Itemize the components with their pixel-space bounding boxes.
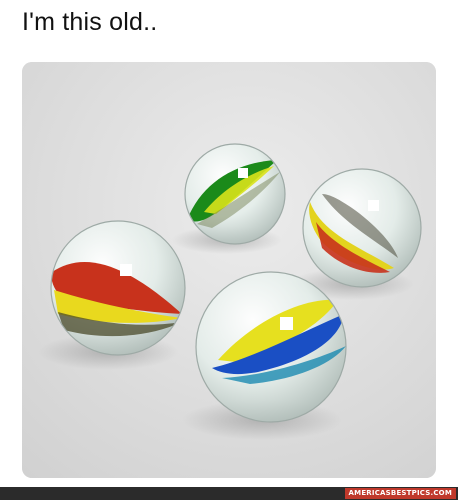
marble-yellow-red <box>302 168 422 288</box>
post-caption: I'm this old.. <box>22 8 158 36</box>
marbles-illustration <box>22 62 436 478</box>
marbles-photo <box>22 62 436 478</box>
marble-blue-yellow <box>195 271 347 423</box>
marble-red-yellow <box>50 220 186 356</box>
watermark: AMERICASBESTPICS.COM <box>344 488 456 499</box>
marble-green <box>184 143 286 245</box>
